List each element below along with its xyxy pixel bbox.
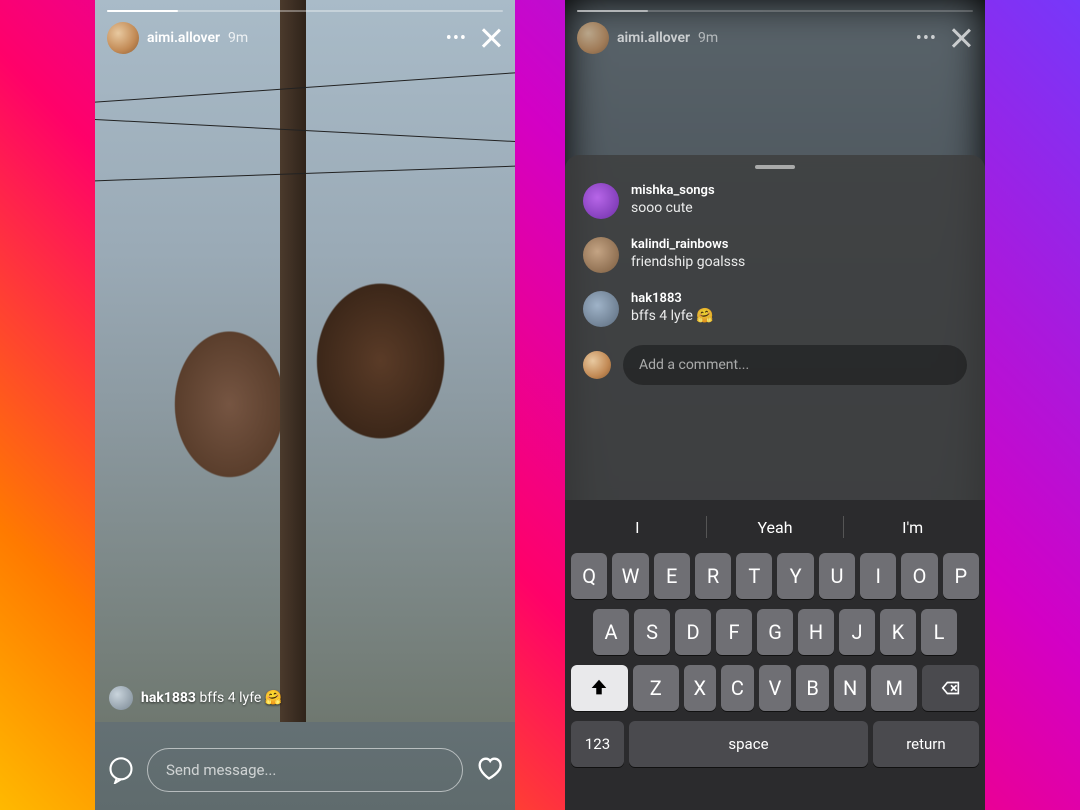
key-t[interactable]: T: [736, 553, 772, 599]
key-b[interactable]: B: [796, 665, 829, 711]
sheet-grabber[interactable]: [755, 165, 795, 169]
overlay-comment-text: bffs 4 lyfe: [199, 690, 261, 706]
suggestion[interactable]: I: [569, 518, 706, 537]
story-footer: [107, 748, 503, 792]
space-key[interactable]: space: [629, 721, 868, 767]
key-p[interactable]: P: [943, 553, 979, 599]
key-i[interactable]: I: [860, 553, 896, 599]
story-phone-left: aimi.allover 9m ••• hak1883 bffs 4 lyfe …: [95, 0, 515, 810]
key-n[interactable]: N: [834, 665, 867, 711]
author-avatar: [577, 22, 609, 54]
comment-row[interactable]: mishka_songs sooo cute: [583, 183, 967, 219]
close-icon[interactable]: [479, 26, 503, 50]
numbers-key[interactable]: 123: [571, 721, 624, 767]
key-s[interactable]: S: [634, 609, 670, 655]
hug-emoji-icon: 🤗: [265, 690, 282, 706]
story-time: 9m: [698, 30, 718, 46]
return-key[interactable]: return: [873, 721, 979, 767]
comment-row[interactable]: hak1883 bffs 4 lyfe 🤗: [583, 291, 967, 327]
key-o[interactable]: O: [901, 553, 937, 599]
keyboard-suggestions: I Yeah I'm: [569, 506, 981, 548]
story-photo[interactable]: [95, 0, 515, 722]
shift-key[interactable]: [571, 665, 628, 711]
key-y[interactable]: Y: [777, 553, 813, 599]
author-username: aimi.allover: [617, 30, 690, 46]
commenter-username: mishka_songs: [631, 183, 715, 198]
suggestion[interactable]: Yeah: [707, 518, 844, 537]
key-q[interactable]: Q: [571, 553, 607, 599]
author-username[interactable]: aimi.allover: [147, 30, 220, 46]
overlay-commenter-username: hak1883: [141, 690, 196, 706]
like-icon[interactable]: [475, 754, 503, 786]
key-g[interactable]: G: [757, 609, 793, 655]
key-h[interactable]: H: [798, 609, 834, 655]
commenter-avatar: [583, 237, 619, 273]
commenter-username: kalindi_rainbows: [631, 237, 745, 252]
key-k[interactable]: K: [880, 609, 916, 655]
key-l[interactable]: L: [921, 609, 957, 655]
key-w[interactable]: W: [612, 553, 648, 599]
key-c[interactable]: C: [721, 665, 754, 711]
keyboard: I Yeah I'm QWERTYUIOP ASDFGHJKL ZXCVBNM …: [565, 500, 985, 810]
key-j[interactable]: J: [839, 609, 875, 655]
backspace-key[interactable]: [922, 665, 979, 711]
story-progress-bar[interactable]: [107, 10, 503, 12]
key-e[interactable]: E: [654, 553, 690, 599]
key-r[interactable]: R: [695, 553, 731, 599]
commenter-avatar: [583, 183, 619, 219]
more-options-icon: •••: [912, 24, 941, 53]
key-f[interactable]: F: [716, 609, 752, 655]
story-header: aimi.allover 9m •••: [107, 22, 503, 54]
hug-emoji-icon: 🤗: [696, 308, 713, 324]
story-phone-right: aimi.allover 9m ••• mishka_songs sooo cu…: [565, 0, 985, 810]
send-message-input[interactable]: [147, 748, 463, 792]
key-x[interactable]: X: [684, 665, 717, 711]
key-u[interactable]: U: [819, 553, 855, 599]
comments-sheet[interactable]: mishka_songs sooo cute kalindi_rainbows …: [565, 155, 985, 500]
comments-icon[interactable]: [107, 756, 135, 784]
story-header: aimi.allover 9m •••: [577, 22, 973, 54]
story-time: 9m: [228, 30, 248, 46]
author-avatar[interactable]: [107, 22, 139, 54]
key-v[interactable]: V: [759, 665, 792, 711]
comment-text: bffs 4 lyfe: [631, 308, 693, 324]
key-z[interactable]: Z: [633, 665, 679, 711]
story-progress-bar: [577, 10, 973, 12]
comment-text: friendship goalsss: [631, 254, 745, 270]
comment-row[interactable]: kalindi_rainbows friendship goalsss: [583, 237, 967, 273]
comment-text: sooo cute: [631, 200, 715, 216]
key-a[interactable]: A: [593, 609, 629, 655]
suggestion[interactable]: I'm: [844, 518, 981, 537]
add-comment-input[interactable]: [623, 345, 967, 385]
commenter-avatar: [583, 291, 619, 327]
add-comment-row: [583, 345, 967, 385]
overlay-commenter-avatar: [109, 686, 133, 710]
close-icon[interactable]: [949, 26, 973, 50]
my-avatar: [583, 351, 611, 379]
key-m[interactable]: M: [871, 665, 917, 711]
key-d[interactable]: D: [675, 609, 711, 655]
commenter-username: hak1883: [631, 291, 714, 306]
overlay-comment[interactable]: hak1883 bffs 4 lyfe 🤗: [109, 686, 282, 710]
more-options-icon[interactable]: •••: [442, 24, 471, 53]
